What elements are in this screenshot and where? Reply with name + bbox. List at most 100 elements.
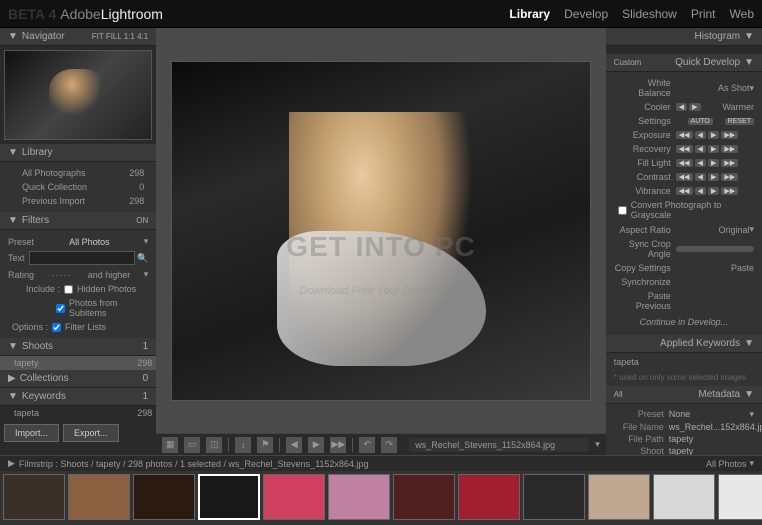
module-web[interactable]: Web [730, 7, 754, 21]
wb-minus[interactable]: ◀ [676, 103, 687, 111]
vibrance-plus1[interactable]: ▶ [708, 187, 719, 195]
fill-plus1[interactable]: ▶ [708, 159, 719, 167]
filmstrip-thumbnail[interactable] [393, 474, 455, 520]
crop-slider[interactable] [676, 246, 754, 252]
filmstrip-thumbnail[interactable] [68, 474, 130, 520]
applied-kw-value[interactable]: tapeta [614, 357, 754, 367]
library-header[interactable]: ▼ Library [0, 144, 156, 162]
filmstrip-thumbnail[interactable] [328, 474, 390, 520]
filmstrip-thumbnail[interactable] [263, 474, 325, 520]
sort-icon[interactable]: ↕ [235, 437, 251, 453]
auto-button[interactable]: AUTO [688, 118, 713, 125]
chevron-down-icon[interactable]: ▾ [749, 458, 754, 469]
library-item[interactable]: All Photographs298 [8, 166, 148, 180]
filmstrip-thumbnail[interactable] [523, 474, 585, 520]
continue-develop-link[interactable]: Continue in Develop... [614, 313, 754, 331]
contrast-plus[interactable]: ▶▶ [721, 173, 738, 181]
filmstrip-thumbnail[interactable] [133, 474, 195, 520]
module-print[interactable]: Print [691, 7, 716, 21]
exposure-minus1[interactable]: ◀ [695, 131, 706, 139]
play-icon[interactable]: ▶ [308, 437, 324, 453]
filmstrip-thumbnail[interactable] [3, 474, 65, 520]
rotate-right-icon[interactable]: ↷ [381, 437, 397, 453]
wb-plus[interactable]: ▶ [689, 103, 700, 111]
hidden-photos-checkbox[interactable] [64, 285, 73, 294]
compare-view-icon[interactable]: ◫ [206, 437, 222, 453]
filters-header[interactable]: ▼ Filters ON [0, 212, 156, 230]
import-button[interactable]: Import... [4, 424, 59, 442]
rating-suffix[interactable]: and higher [88, 270, 131, 280]
filter-text-input[interactable] [29, 251, 136, 265]
shoots-header[interactable]: ▼ Shoots 1 [0, 338, 156, 356]
main-image-preview[interactable]: GET INTO PC Download Free Your Desired A… [171, 61, 591, 401]
keywords-header[interactable]: ▼ Keywords 1 [0, 388, 156, 406]
filmstrip-thumbnail[interactable] [588, 474, 650, 520]
metadata-all[interactable]: All [614, 390, 623, 399]
chevron-down-icon[interactable]: ▾ [749, 224, 754, 235]
fill-minus1[interactable]: ◀ [695, 159, 706, 167]
quick-develop-header[interactable]: Custom Quick Develop ▼ [606, 54, 762, 72]
filmstrip-thumbnail[interactable] [458, 474, 520, 520]
fill-minus[interactable]: ◀◀ [676, 159, 693, 167]
next-icon[interactable]: ▶▶ [330, 437, 346, 453]
exposure-minus[interactable]: ◀◀ [676, 131, 693, 139]
filter-preset-value[interactable]: All Photos [69, 237, 110, 247]
sync-label[interactable]: Synchronize [614, 277, 676, 287]
applied-keywords-header[interactable]: Applied Keywords ▼ [606, 335, 762, 353]
recovery-plus[interactable]: ▶▶ [721, 145, 738, 153]
toolbar-chevron-icon[interactable]: ▾ [595, 439, 600, 450]
navigator-opts[interactable]: FIT FILL 1:1 4:1 [92, 32, 148, 41]
contrast-minus[interactable]: ◀◀ [676, 173, 693, 181]
exposure-plus[interactable]: ▶▶ [721, 131, 738, 139]
reset-button[interactable]: RESET [725, 118, 754, 125]
aspect-value[interactable]: Original [718, 225, 749, 235]
search-icon[interactable]: 🔍 [137, 253, 148, 264]
chevron-down-icon[interactable]: ▾ [144, 269, 149, 280]
paste-prev-label[interactable]: Paste Previous [614, 291, 676, 311]
export-button[interactable]: Export... [63, 424, 119, 442]
recovery-plus1[interactable]: ▶ [708, 145, 719, 153]
qd-custom[interactable]: Custom [614, 58, 642, 67]
recovery-minus1[interactable]: ◀ [695, 145, 706, 153]
filmstrip-thumbnail[interactable] [198, 474, 260, 520]
collections-header[interactable]: ▶ Collections 0 [0, 370, 156, 388]
loupe-view-icon[interactable]: ▭ [184, 437, 200, 453]
disclosure-icon[interactable]: ▶ [8, 458, 15, 469]
vibrance-minus1[interactable]: ◀ [695, 187, 706, 195]
contrast-minus1[interactable]: ◀ [695, 173, 706, 181]
module-develop[interactable]: Develop [564, 7, 608, 21]
prev-icon[interactable]: ◀ [286, 437, 302, 453]
fill-plus[interactable]: ▶▶ [721, 159, 738, 167]
chevron-down-icon[interactable]: ▾ [749, 83, 754, 94]
module-slideshow[interactable]: Slideshow [622, 7, 677, 21]
contrast-plus1[interactable]: ▶ [708, 173, 719, 181]
chevron-down-icon[interactable]: ▾ [144, 236, 149, 247]
navigator-thumbnail[interactable] [4, 50, 152, 140]
photos-subitems-checkbox[interactable] [56, 304, 65, 313]
histogram-header[interactable]: Histogram ▼ [606, 28, 762, 46]
grid-view-icon[interactable]: ▦ [162, 437, 178, 453]
navigator-header[interactable]: ▼ Navigator FIT FILL 1:1 4:1 [0, 28, 156, 46]
chevron-down-icon[interactable]: ▾ [749, 409, 754, 420]
filmstrip-filter[interactable]: All Photos [706, 459, 747, 469]
keyword-item[interactable]: tapeta 298 [0, 406, 156, 420]
vibrance-plus[interactable]: ▶▶ [721, 187, 738, 195]
exposure-plus1[interactable]: ▶ [708, 131, 719, 139]
module-library[interactable]: Library [509, 7, 550, 21]
shoot-item[interactable]: tapety 298 [0, 356, 156, 370]
library-item[interactable]: Quick Collection0 [8, 180, 148, 194]
grayscale-checkbox[interactable] [618, 206, 627, 215]
rating-stars[interactable]: ····· [51, 270, 70, 280]
metadata-header[interactable]: All Metadata ▼ [606, 386, 762, 404]
library-item[interactable]: Previous Import298 [8, 194, 148, 208]
copy-settings-label[interactable]: Copy Settings [614, 263, 676, 273]
pick-flag-icon[interactable]: ⚑ [257, 437, 273, 453]
paste-button[interactable]: Paste [731, 263, 754, 273]
rotate-left-icon[interactable]: ↶ [359, 437, 375, 453]
filmstrip-thumbnail[interactable] [718, 474, 762, 520]
meta-preset-value[interactable]: None [669, 409, 750, 420]
filter-lists-checkbox[interactable] [52, 323, 61, 332]
recovery-minus[interactable]: ◀◀ [676, 145, 693, 153]
wb-value[interactable]: As Shot [718, 83, 750, 93]
vibrance-minus[interactable]: ◀◀ [676, 187, 693, 195]
